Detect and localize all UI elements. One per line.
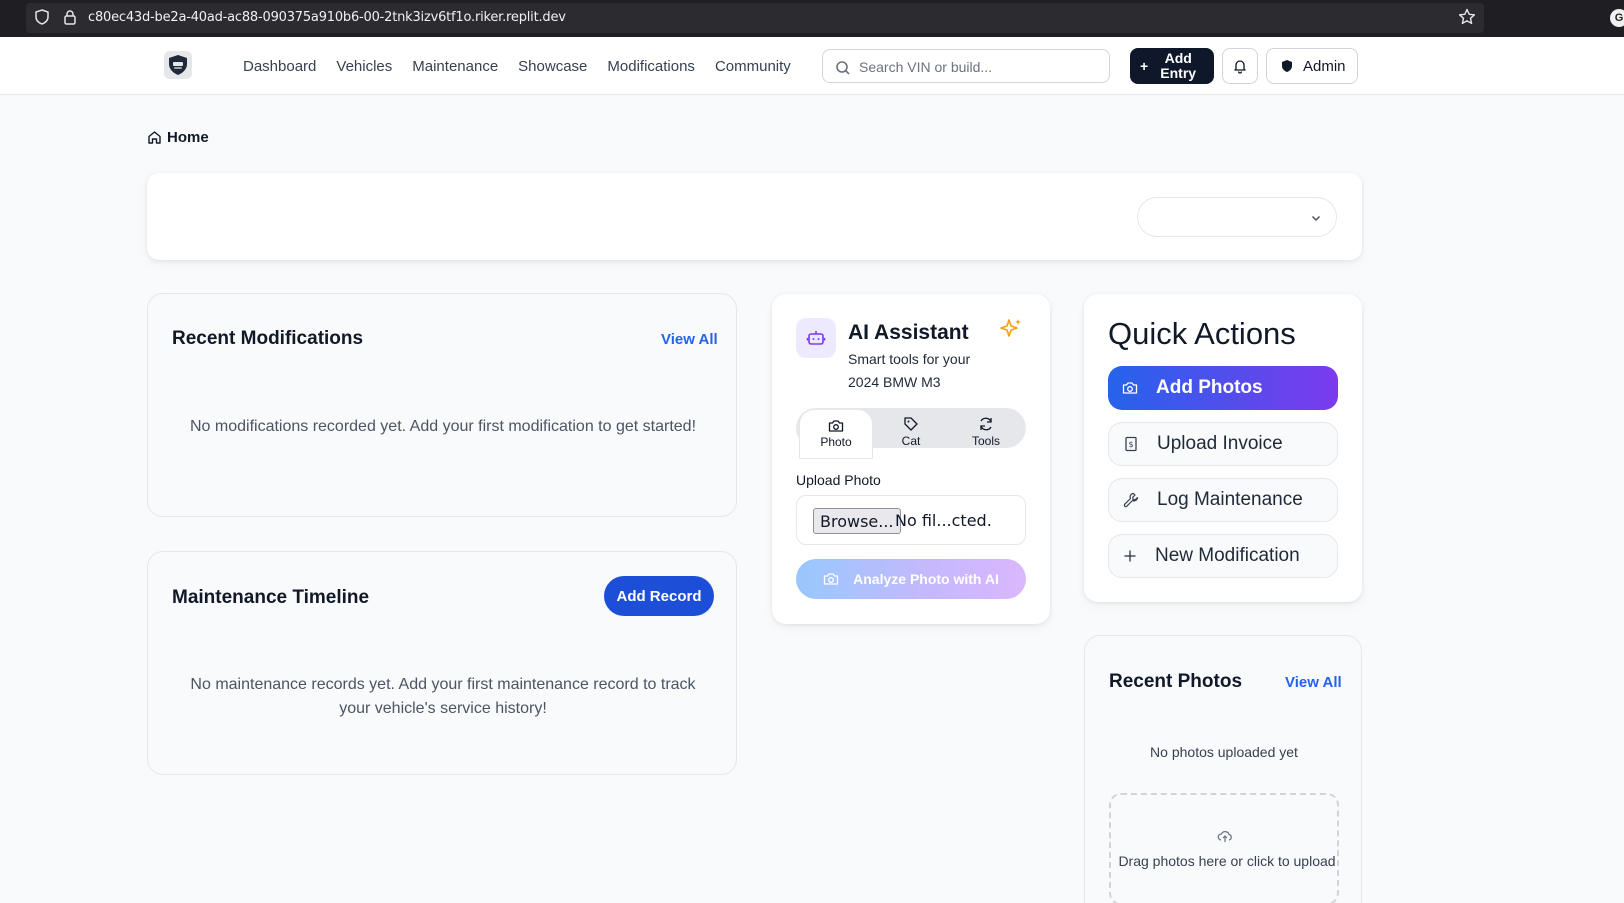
new-modification-label: New Modification [1155,545,1300,566]
lock-icon[interactable] [63,9,77,25]
photos-view-all-link[interactable]: View All [1285,674,1342,691]
home-icon [148,131,161,144]
tag-icon [904,417,918,431]
ai-assistant-subtitle: Smart tools for your 2024 BMW M3 [848,351,971,390]
search-input[interactable] [859,57,1099,77]
quick-actions-title: Quick Actions [1108,316,1296,351]
plus-icon [1124,550,1136,562]
photo-drop-zone[interactable]: Drag photos here or click to upload [1109,793,1339,903]
maintenance-timeline-title: Maintenance Timeline [172,587,370,608]
upload-cloud-icon [1217,831,1232,842]
recent-photos-card: Recent Photos View All No photos uploade… [1084,635,1362,903]
browser-url-bar: c80ec43d-be2a-40ad-ac88-090375a910b6-00-… [0,0,1624,37]
camera-icon [828,420,844,432]
ai-tools-tabs: Photo Cat Tools [796,408,1026,458]
receipt-icon: $ [1125,436,1137,452]
upload-invoice-button[interactable]: $ Upload Invoice [1108,422,1338,466]
tab-photo-label: Photo [820,435,852,449]
nav-modifications[interactable]: Modifications [607,58,695,75]
robot-icon [806,331,826,345]
tab-cat-label: Cat [901,434,921,448]
upload-invoice-label: Upload Invoice [1157,433,1283,454]
shield-icon [1282,60,1292,72]
photos-empty-message: No photos uploaded yet [1150,744,1298,760]
add-entry-label: Add Entry [1160,50,1197,81]
shield-icon[interactable] [35,9,49,25]
tab-cat[interactable]: Cat [875,408,947,456]
recent-photos-title: Recent Photos [1109,671,1243,692]
file-input[interactable]: Browse... No fil...cted. [796,495,1026,545]
browse-button[interactable]: Browse... [813,508,901,534]
chevron-down-icon [1311,215,1321,222]
extension-icon[interactable]: G [1610,9,1624,27]
breadcrumb-home: Home [167,129,209,146]
maintenance-empty-message: No maintenance records yet. Add your fir… [190,676,696,717]
ai-assistant-card: AI Assistant Smart tools for your 2024 B… [772,294,1050,624]
admin-label: Admin [1303,57,1346,75]
camera-icon [1122,382,1138,394]
bookmark-star-icon[interactable] [1458,8,1476,26]
camera-icon [823,573,839,585]
nav-links: Dashboard Vehicles Maintenance Showcase … [243,37,811,95]
add-entry-button[interactable]: + Add Entry [1130,48,1214,84]
maintenance-timeline-card: Maintenance Timeline Add Record No maint… [147,551,737,775]
top-navigation: Dashboard Vehicles Maintenance Showcase … [0,37,1624,95]
robot-icon-box [796,318,836,358]
recent-modifications-card: Recent Modifications View All No modific… [147,293,737,517]
log-maintenance-button[interactable]: Log Maintenance [1108,478,1338,522]
analyze-photo-button[interactable]: Analyze Photo with AI [796,559,1026,599]
drop-zone-text: Drag photos here or click to upload [1118,853,1336,869]
ai-assistant-title: AI Assistant [848,321,969,344]
nav-showcase[interactable]: Showcase [518,58,587,75]
sparkles-icon [1000,319,1021,337]
modifications-empty-message: No modifications recorded yet. Add your … [189,418,697,435]
file-status: No fil...cted. [895,511,992,530]
quick-actions-card: Quick Actions Add Photos $ Upload Invoic… [1084,294,1362,602]
tab-photo[interactable]: Photo [800,410,872,458]
bell-icon [1234,60,1246,74]
log-maintenance-label: Log Maintenance [1157,489,1303,510]
wrench-icon [1123,492,1139,508]
add-photos-label: Add Photos [1156,377,1263,398]
modifications-view-all-link[interactable]: View All [661,331,718,348]
analyze-photo-label: Analyze Photo with AI [853,571,999,587]
refresh-icon [980,417,992,431]
nav-dashboard[interactable]: Dashboard [243,58,316,75]
add-photos-button[interactable]: Add Photos [1108,366,1338,410]
vehicle-selector-card [147,173,1362,260]
app-logo[interactable] [164,51,192,79]
add-record-button[interactable]: Add Record [604,576,714,616]
search-box [822,49,1110,83]
recent-modifications-title: Recent Modifications [172,328,364,349]
notifications-button[interactable] [1222,48,1258,84]
tab-tools[interactable]: Tools [950,408,1022,456]
breadcrumb[interactable]: Home [147,129,209,146]
admin-button[interactable]: Admin [1266,48,1358,84]
plus-icon: + [1140,57,1149,74]
vehicle-select[interactable] [1137,197,1337,237]
search-icon [836,61,850,75]
upload-photo-label: Upload Photo [796,472,881,488]
url-text[interactable]: c80ec43d-be2a-40ad-ac88-090375a910b6-00-… [88,10,566,25]
nav-vehicles[interactable]: Vehicles [336,58,392,75]
svg-text:$: $ [1128,440,1133,449]
tab-tools-label: Tools [971,434,1000,448]
shield-logo-icon [169,55,187,75]
nav-maintenance[interactable]: Maintenance [412,58,498,75]
new-modification-button[interactable]: New Modification [1108,534,1338,578]
nav-community[interactable]: Community [715,58,791,75]
